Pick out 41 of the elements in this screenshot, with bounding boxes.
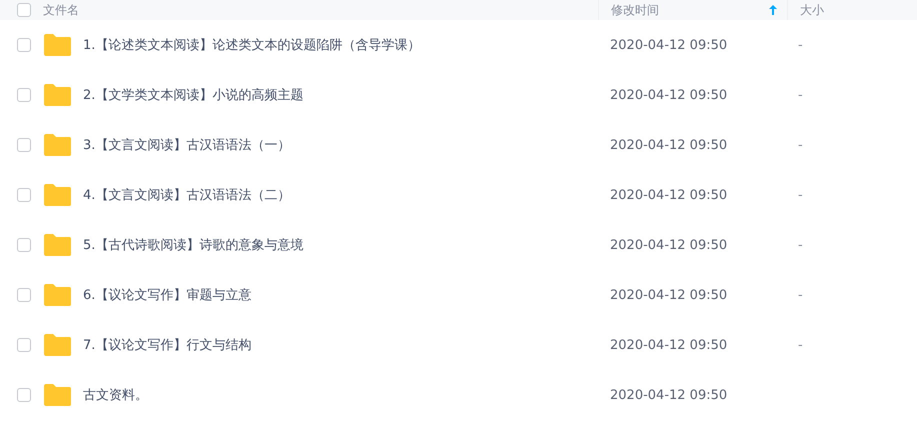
row-checkbox[interactable] xyxy=(17,38,31,52)
row-checkbox[interactable] xyxy=(17,388,31,402)
modified-date: 2020-04-12 09:50 xyxy=(609,338,728,352)
folder-name[interactable]: 2.【文学类文本阅读】小说的高频主题 xyxy=(83,86,304,104)
file-size: - xyxy=(797,138,803,152)
row-checkbox[interactable] xyxy=(17,238,31,252)
sort-arrow-icon[interactable] xyxy=(769,5,777,15)
folder-name[interactable]: 4.【文言文阅读】古汉语语法（二） xyxy=(83,186,290,204)
row-checkbox[interactable] xyxy=(17,288,31,302)
row-checkbox[interactable] xyxy=(17,138,31,152)
folder-name[interactable]: 古文资料。 xyxy=(83,386,148,404)
row-checkbox[interactable] xyxy=(17,338,31,352)
select-all-checkbox[interactable] xyxy=(17,3,31,17)
row-checkbox[interactable] xyxy=(17,88,31,102)
folder-name[interactable]: 5.【古代诗歌阅读】诗歌的意象与意境 xyxy=(83,236,304,254)
modified-date: 2020-04-12 09:50 xyxy=(609,288,728,302)
modified-date: 2020-04-12 09:50 xyxy=(609,38,728,52)
folder-icon xyxy=(44,284,71,306)
folder-icon xyxy=(44,184,71,206)
modified-date: 2020-04-12 09:50 xyxy=(609,88,728,102)
modified-date: 2020-04-12 09:50 xyxy=(609,388,728,402)
file-size: - xyxy=(797,288,803,302)
folder-name[interactable]: 3.【文言文阅读】古汉语语法（一） xyxy=(83,136,290,154)
modified-date: 2020-04-12 09:50 xyxy=(609,188,728,202)
folder-icon xyxy=(44,334,71,356)
folder-icon xyxy=(44,84,71,106)
folder-name[interactable]: 1.【论述类文本阅读】论述类文本的设题陷阱（含导学课） xyxy=(83,36,420,54)
modified-date: 2020-04-12 09:50 xyxy=(609,138,728,152)
folder-name[interactable]: 6.【议论文写作】审题与立意 xyxy=(83,286,252,304)
file-size: - xyxy=(797,238,803,252)
folder-icon xyxy=(44,384,71,406)
folder-icon xyxy=(44,234,71,256)
folder-name[interactable]: 7.【议论文写作】行文与结构 xyxy=(83,336,252,354)
file-size: - xyxy=(797,338,803,352)
modified-date: 2020-04-12 09:50 xyxy=(609,238,728,252)
file-size: - xyxy=(797,188,803,202)
folder-icon xyxy=(44,134,71,156)
file-size: - xyxy=(797,38,803,52)
row-checkbox[interactable] xyxy=(17,188,31,202)
folder-icon xyxy=(44,34,71,56)
file-size: - xyxy=(797,88,803,102)
